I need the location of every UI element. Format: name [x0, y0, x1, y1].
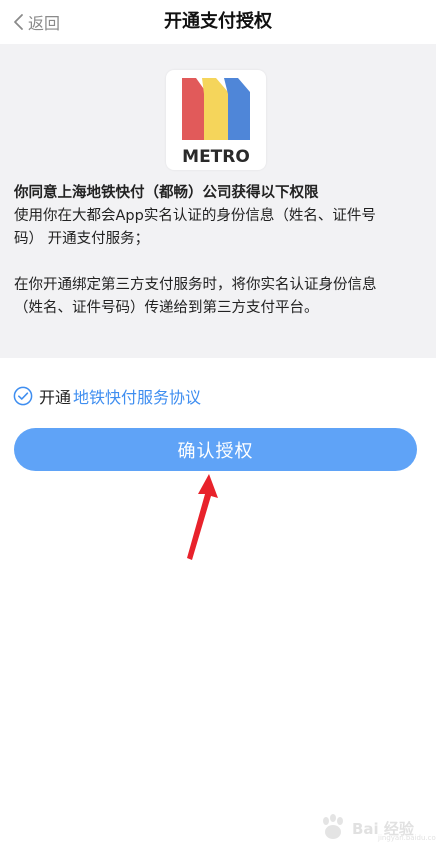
confirm-authorization-button[interactable]: 确认授权: [14, 428, 417, 471]
paw-icon: [323, 814, 343, 839]
permission-line-4: （姓名、证件号码）传递给到第三方支付平台。: [14, 300, 319, 316]
metro-logo: METRO: [166, 70, 266, 170]
permission-heading: 你同意上海地铁快付（都畅）公司获得以下权限: [14, 185, 319, 201]
agreement-row: 开通 地铁快付服务协议: [13, 384, 201, 408]
agreement-link[interactable]: 地铁快付服务协议: [73, 384, 201, 408]
permission-text: 你同意上海地铁快付（都畅）公司获得以下权限 使用你在大都会App实名认证的身份信…: [14, 182, 424, 320]
permission-line-2: 码） 开通支付服务；: [14, 231, 150, 247]
nav-bar: 返回 开通支付授权: [0, 0, 436, 44]
page-title: 开通支付授权: [164, 11, 272, 32]
watermark-sub: jingyan.baidu.com: [378, 834, 436, 842]
permission-line-1: 使用你在大都会App实名认证的身份信息（姓名、证件号: [14, 208, 376, 224]
metro-logo-icon: METRO: [182, 78, 250, 167]
agreement-prefix: 开通: [39, 388, 72, 407]
check-circle-icon[interactable]: [13, 386, 33, 406]
red-arrow-icon: [187, 474, 218, 560]
baidu-watermark: Bai 经验 jingyan.baidu.com: [318, 812, 436, 846]
metro-logo-text: METRO: [182, 147, 250, 167]
permission-line-3: 在你开通绑定第三方支付服务时，将你实名认证身份信息: [14, 277, 377, 293]
